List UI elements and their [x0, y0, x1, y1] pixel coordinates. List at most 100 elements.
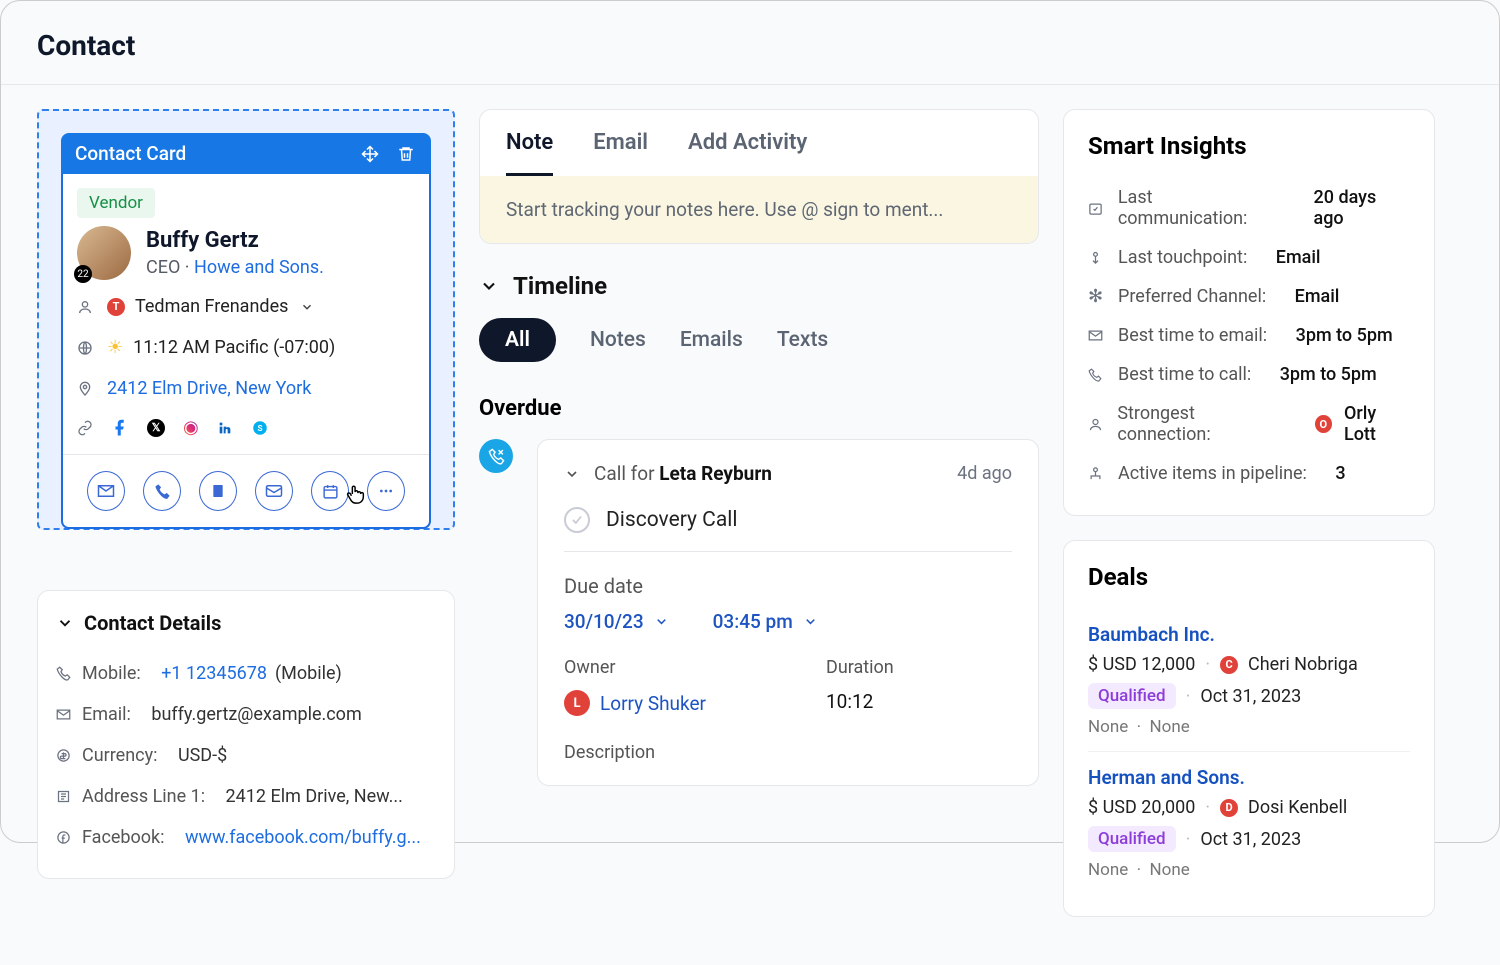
owner-row[interactable]: T Tedman Frenandes	[63, 286, 429, 327]
x-icon[interactable]: 𝕏	[147, 419, 165, 437]
phone-icon	[56, 666, 74, 681]
company-link[interactable]: Howe and Sons.	[194, 257, 324, 278]
facebook-icon[interactable]	[111, 419, 129, 437]
move-icon[interactable]	[359, 143, 381, 165]
address-row[interactable]: 2412 Elm Drive, New York	[63, 368, 429, 409]
skype-icon[interactable]: S	[251, 419, 269, 437]
note-input[interactable]: Start tracking your notes here. Use @ si…	[480, 176, 1038, 243]
deal-owner: Dosi Kenbell	[1248, 797, 1347, 818]
calendar-button[interactable]	[311, 471, 349, 511]
more-button[interactable]	[367, 471, 405, 511]
mobile-link[interactable]: +1 12345678	[161, 663, 267, 684]
currency-value: USD-$	[178, 745, 227, 766]
address-link[interactable]: 2412 Elm Drive, New York	[107, 378, 311, 399]
contact-card-selection: Contact Card Vendor Buffy Gertz	[37, 109, 455, 530]
page-title: Contact	[37, 29, 1463, 62]
deal-item: Baumbach Inc. $ USD 12,000 · C Cheri Nob…	[1088, 609, 1410, 752]
deal-owner: Cheri Nobriga	[1248, 654, 1358, 675]
delete-icon[interactable]	[395, 143, 417, 165]
filter-texts[interactable]: Texts	[777, 328, 828, 352]
deal-none: None	[1088, 717, 1128, 737]
insight-strongest: Strongest connection: O Orly Lott	[1088, 394, 1410, 454]
chevron-down-icon	[803, 614, 818, 629]
deal-amount: $ USD 20,000	[1088, 797, 1195, 818]
task-name: Discovery Call	[606, 508, 737, 532]
owner-badge: T	[107, 298, 125, 316]
location-icon	[77, 381, 97, 397]
insights-heading: Smart Insights	[1088, 132, 1410, 160]
email-button[interactable]	[87, 471, 125, 511]
deal-owner-badge: D	[1220, 799, 1238, 817]
calendar-icon	[1088, 201, 1106, 216]
activity-time: 4d ago	[957, 463, 1012, 484]
deal-name-link[interactable]: Herman and Sons.	[1088, 766, 1410, 789]
instagram-icon[interactable]: ◉	[183, 417, 199, 438]
chevron-down-icon[interactable]	[564, 466, 580, 482]
message-button[interactable]	[255, 471, 293, 511]
avatar[interactable]	[77, 226, 131, 280]
tab-add-activity[interactable]: Add Activity	[688, 130, 807, 176]
contact-tag: Vendor	[77, 188, 155, 218]
touch-icon	[1088, 250, 1106, 265]
chevron-down-icon[interactable]	[300, 300, 314, 314]
insight-preferred: ✻ Preferred Channel: Email	[1088, 277, 1410, 316]
duration-label: Duration	[826, 657, 894, 678]
details-heading[interactable]: Contact Details	[56, 611, 436, 635]
card-toolbar[interactable]: Contact Card	[61, 133, 431, 174]
due-time-picker[interactable]: 03:45 pm	[713, 610, 818, 633]
activity-title: Call for Leta Reyburn	[594, 462, 772, 485]
time-text: 11:12 AM Pacific (-07:00)	[133, 337, 335, 358]
tab-note[interactable]: Note	[506, 130, 553, 176]
smart-insights-card: Smart Insights Last communication: 20 da…	[1063, 109, 1435, 516]
address-value: 2412 Elm Drive, New...	[226, 786, 403, 807]
deal-owner-badge: C	[1220, 656, 1238, 674]
address-icon	[56, 789, 74, 804]
filter-emails[interactable]: Emails	[680, 328, 743, 352]
overdue-heading: Overdue	[479, 396, 1039, 421]
mail-icon	[56, 707, 74, 722]
owner-picker[interactable]: L Lorry Shuker	[564, 690, 706, 716]
deal-date: Oct 31, 2023	[1200, 829, 1301, 850]
owner-name: Tedman Frenandes	[135, 296, 288, 317]
owner-label: Owner	[564, 657, 706, 678]
duration-value: 10:12	[826, 690, 894, 713]
deal-date: Oct 31, 2023	[1200, 686, 1301, 707]
description-label: Description	[564, 742, 1012, 763]
filter-all[interactable]: All	[479, 318, 556, 362]
deal-name-link[interactable]: Baumbach Inc.	[1088, 623, 1410, 646]
deal-stage-badge: Qualified	[1088, 683, 1176, 709]
snowflake-icon: ✻	[1088, 286, 1106, 307]
call-button[interactable]	[143, 471, 181, 511]
note-button[interactable]	[199, 471, 237, 511]
insight-email-time: Best time to email: 3pm to 5pm	[1088, 316, 1410, 355]
deal-amount: $ USD 12,000	[1088, 654, 1195, 675]
page-header: Contact	[1, 1, 1499, 85]
mobile-row: Mobile: +1 12345678 (Mobile)	[56, 653, 436, 694]
activity-card: Call for Leta Reyburn 4d ago Discovery C…	[537, 439, 1039, 786]
filter-notes[interactable]: Notes	[590, 328, 646, 352]
call-timeline-icon	[479, 439, 513, 473]
owner-name-link: Lorry Shuker	[600, 692, 706, 715]
checkbox-icon[interactable]	[564, 507, 590, 533]
linkedin-icon[interactable]	[217, 420, 233, 436]
email-row: Email: buffy.gertz@example.com	[56, 694, 436, 735]
deal-stage-badge: Qualified	[1088, 826, 1176, 852]
deals-heading: Deals	[1088, 563, 1410, 591]
insight-last-comm: Last communication: 20 days ago	[1088, 178, 1410, 238]
task-row[interactable]: Discovery Call	[564, 499, 1012, 552]
insight-touchpoint: Last touchpoint: Email	[1088, 238, 1410, 277]
contact-card: Vendor Buffy Gertz CEO · Howe and Sons. …	[61, 174, 431, 529]
phone-icon	[1088, 368, 1106, 382]
time-row: ☀ 11:12 AM Pacific (-07:00)	[63, 327, 429, 368]
tab-email[interactable]: Email	[593, 130, 648, 176]
due-date-picker[interactable]: 30/10/23	[564, 610, 669, 633]
chevron-down-icon	[479, 276, 499, 296]
facebook-link[interactable]: www.facebook.com/buffy.g...	[185, 827, 421, 848]
person-icon	[77, 299, 97, 315]
contact-name: Buffy Gertz	[146, 228, 324, 253]
connection-badge: O	[1315, 415, 1332, 433]
chevron-down-icon	[654, 614, 669, 629]
contact-details-card: Contact Details Mobile: +1 12345678 (Mob…	[37, 590, 455, 879]
timeline-heading[interactable]: Timeline	[479, 272, 1039, 300]
deal-none: None	[1088, 860, 1128, 880]
